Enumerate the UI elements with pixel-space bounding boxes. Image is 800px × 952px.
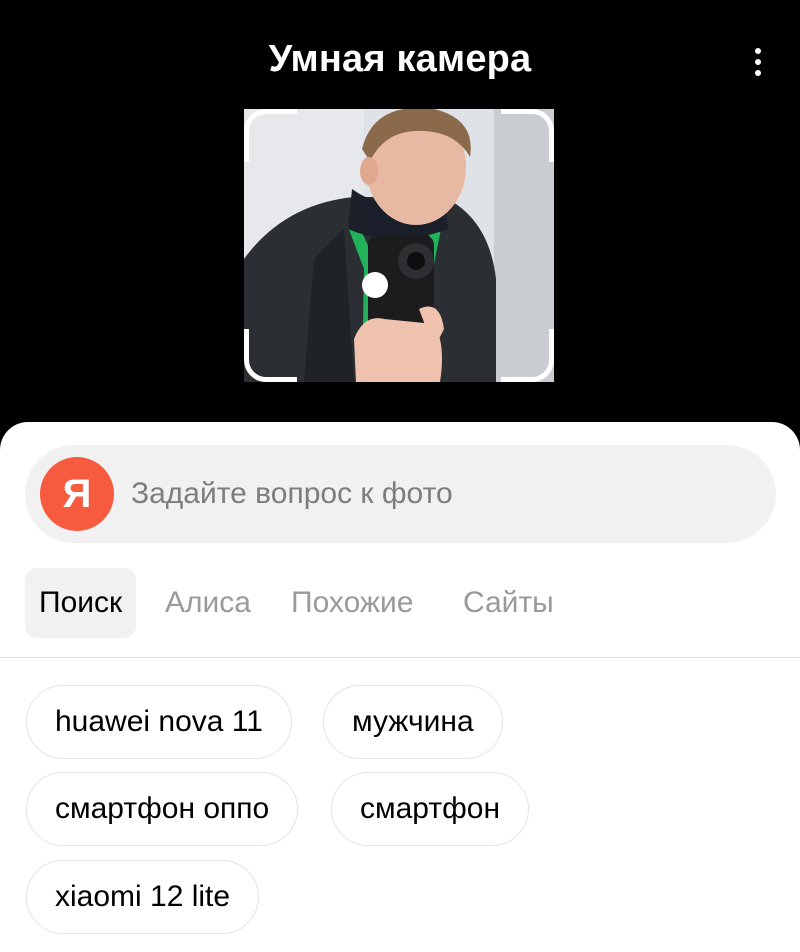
suggestion-chip[interactable]: huawei nova 11 <box>26 685 292 759</box>
ask-question-input[interactable]: Я Задайте вопрос к фото <box>25 445 776 543</box>
suggestion-chip[interactable]: смартфон <box>331 772 530 846</box>
more-options-button[interactable] <box>740 40 776 84</box>
page-title: Умная камера <box>268 38 532 80</box>
captured-photo[interactable] <box>244 109 554 382</box>
suggestion-chip[interactable]: мужчина <box>323 685 503 759</box>
yandex-logo-icon: Я <box>40 457 114 531</box>
frame-corner <box>244 109 297 162</box>
frame-corner <box>501 109 554 162</box>
frame-corner <box>501 329 554 382</box>
more-vertical-icon-dot <box>755 70 761 76</box>
tab-sites[interactable]: Сайты <box>463 568 554 638</box>
tab-similar[interactable]: Похожие <box>291 568 413 638</box>
focus-point[interactable] <box>362 272 388 298</box>
results-sheet: Я Задайте вопрос к фото Поиск Алиса Похо… <box>0 422 800 952</box>
suggestion-chip[interactable]: смартфон оппо <box>26 772 299 846</box>
more-vertical-icon-dot <box>755 59 761 65</box>
more-vertical-icon <box>755 48 761 54</box>
tab-alisa[interactable]: Алиса <box>165 568 251 638</box>
divider <box>0 657 800 658</box>
tab-search[interactable]: Поиск <box>25 568 137 638</box>
suggestion-chip[interactable]: xiaomi 12 lite <box>26 860 260 934</box>
frame-corner <box>244 329 297 382</box>
camera-view: Умная камера <box>0 0 800 440</box>
ask-placeholder: Задайте вопрос к фото <box>131 477 453 510</box>
